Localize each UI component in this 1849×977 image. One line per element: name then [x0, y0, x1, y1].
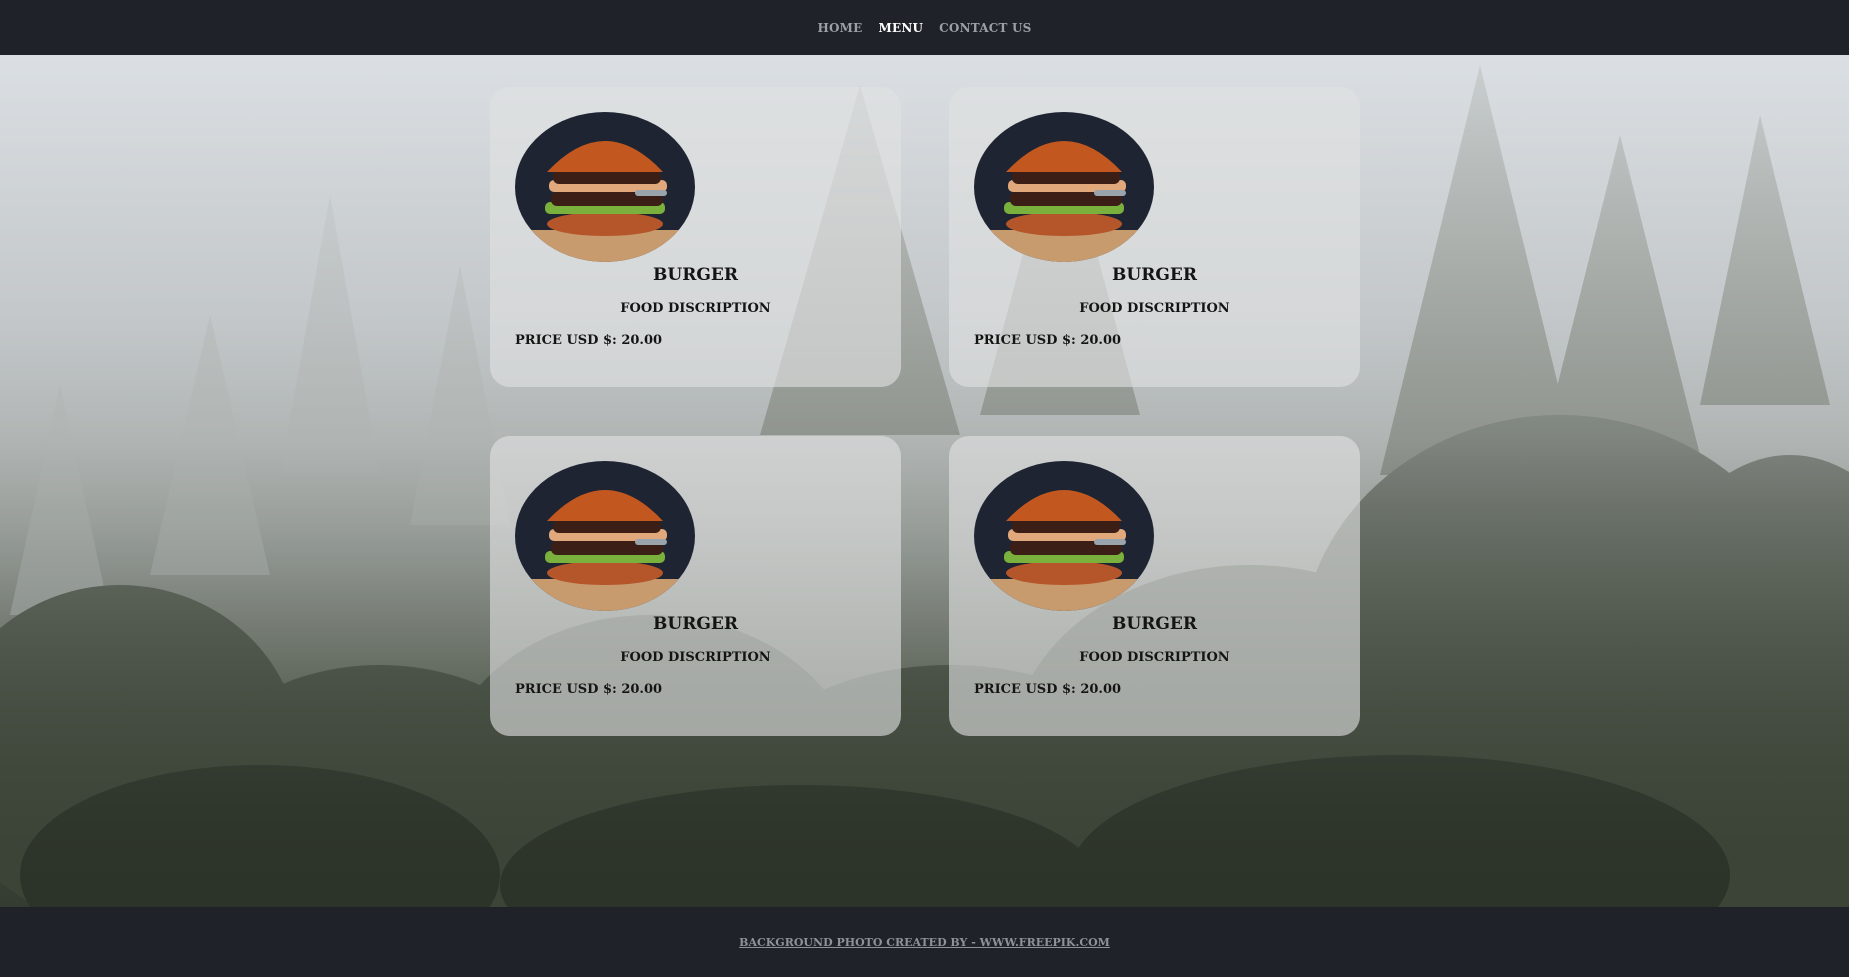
- card-price: PRICE USD $: 20.00: [974, 333, 1122, 348]
- burger-image: [974, 461, 1154, 611]
- nav-menu-link[interactable]: MENU: [879, 21, 924, 35]
- burger-image: [515, 461, 695, 611]
- burger-image: [515, 112, 695, 262]
- card-title: BURGER: [653, 265, 738, 285]
- burger-image: [974, 112, 1154, 262]
- forest-background-image: [0, 55, 1849, 907]
- card-description: FOOD DISCRIPTION: [1079, 301, 1230, 316]
- photo-credit-link[interactable]: BACKGROUND PHOTO CREATED BY - WWW.FREEPI…: [739, 936, 1110, 949]
- card-title: BURGER: [653, 614, 738, 634]
- top-nav: HOME MENU CONTACT US: [0, 0, 1849, 55]
- menu-card: BURGER FOOD DISCRIPTION PRICE USD $: 20.…: [949, 87, 1360, 387]
- card-price: PRICE USD $: 20.00: [974, 682, 1122, 697]
- card-title: BURGER: [1112, 265, 1197, 285]
- card-description: FOOD DISCRIPTION: [1079, 650, 1230, 665]
- menu-card: BURGER FOOD DISCRIPTION PRICE USD $: 20.…: [490, 87, 901, 387]
- nav-home-link[interactable]: HOME: [817, 21, 862, 35]
- card-price: PRICE USD $: 20.00: [515, 333, 663, 348]
- footer: BACKGROUND PHOTO CREATED BY - WWW.FREEPI…: [0, 907, 1849, 977]
- card-description: FOOD DISCRIPTION: [620, 301, 771, 316]
- menu-section: BURGER FOOD DISCRIPTION PRICE USD $: 20.…: [0, 55, 1849, 907]
- card-price: PRICE USD $: 20.00: [515, 682, 663, 697]
- menu-card: BURGER FOOD DISCRIPTION PRICE USD $: 20.…: [949, 436, 1360, 736]
- menu-card: BURGER FOOD DISCRIPTION PRICE USD $: 20.…: [490, 436, 901, 736]
- card-title: BURGER: [1112, 614, 1197, 634]
- card-description: FOOD DISCRIPTION: [620, 650, 771, 665]
- nav-contact-link[interactable]: CONTACT US: [939, 21, 1031, 35]
